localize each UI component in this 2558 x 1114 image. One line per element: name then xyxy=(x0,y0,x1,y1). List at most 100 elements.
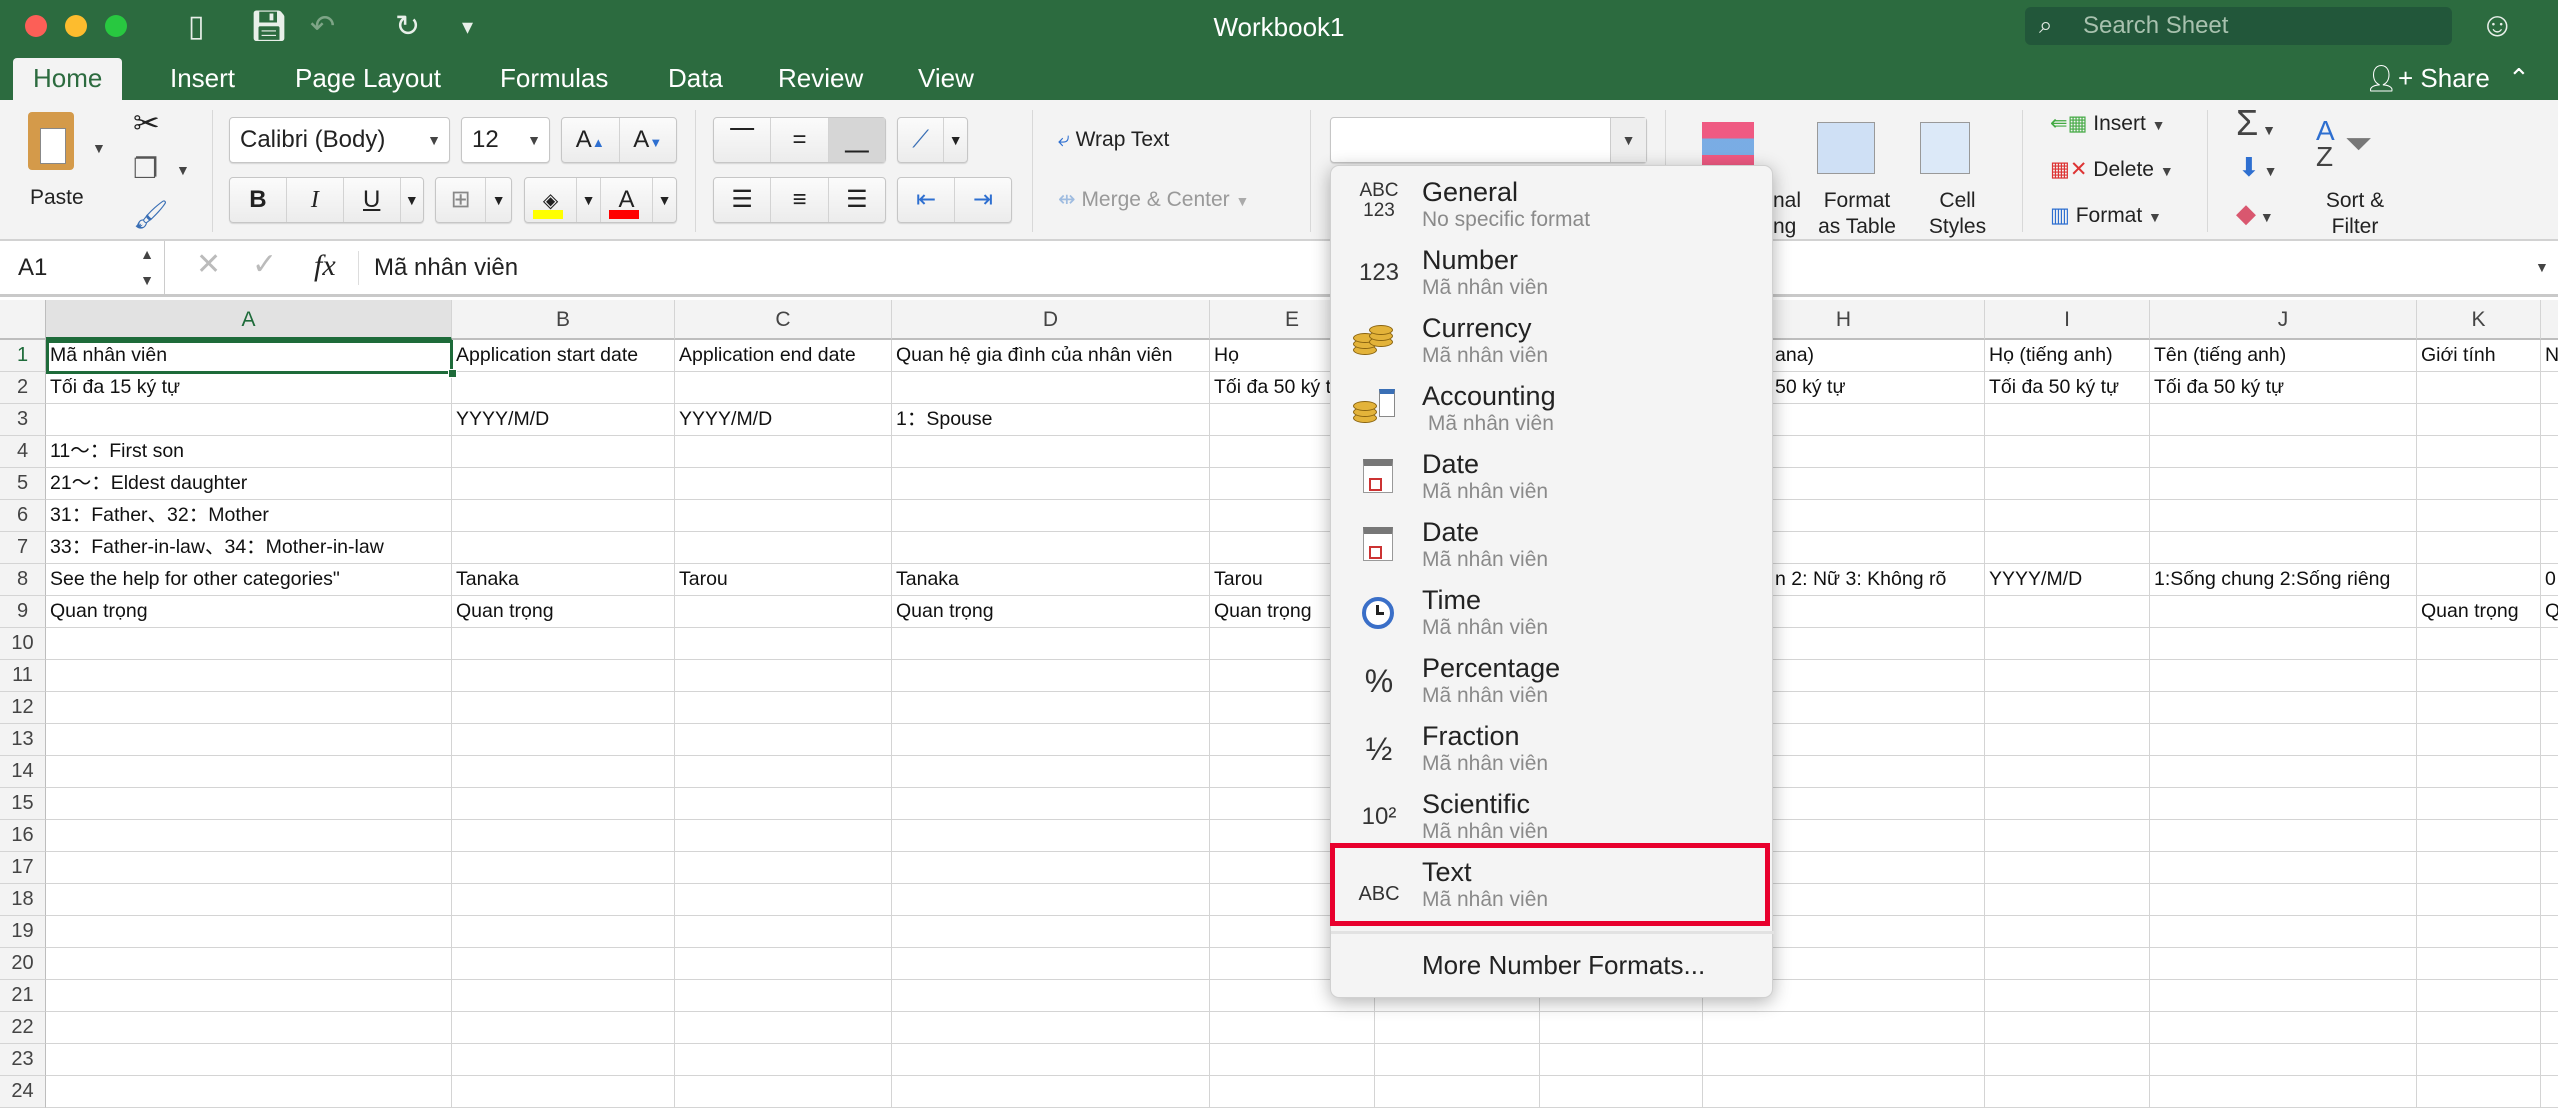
cell-J13[interactable] xyxy=(2150,724,2417,756)
cell-K24[interactable] xyxy=(2417,1076,2541,1108)
cell-B11[interactable] xyxy=(452,660,675,692)
cell-K5[interactable] xyxy=(2417,468,2541,500)
cell-B4[interactable] xyxy=(452,436,675,468)
align-top-button[interactable]: ⎺ xyxy=(714,118,772,162)
font-name-select[interactable]: Calibri (Body) ▼ xyxy=(229,117,450,163)
cell-A14[interactable] xyxy=(46,756,452,788)
cell-J7[interactable] xyxy=(2150,532,2417,564)
spreadsheet-grid[interactable]: ABCDEFGHIJK1Mã nhân viênApplication star… xyxy=(0,297,2558,1114)
cell-B12[interactable] xyxy=(452,692,675,724)
menu-item-accounting[interactable]: Accounting Mã nhân viên xyxy=(1331,375,1774,443)
clear-eraser-icon[interactable]: ◆ ▼ xyxy=(2236,198,2274,229)
cell-B22[interactable] xyxy=(452,1012,675,1044)
cell-L4[interactable] xyxy=(2541,436,2558,468)
cell-K13[interactable] xyxy=(2417,724,2541,756)
cell-I17[interactable] xyxy=(1985,852,2150,884)
cell-H23[interactable] xyxy=(1703,1044,1985,1076)
cell-J14[interactable] xyxy=(2150,756,2417,788)
cell-D22[interactable] xyxy=(892,1012,1210,1044)
tab-insert[interactable]: Insert xyxy=(150,58,255,100)
cell-C23[interactable] xyxy=(675,1044,892,1076)
increase-indent-button[interactable]: ⇥ xyxy=(955,178,1011,222)
cell-C14[interactable] xyxy=(675,756,892,788)
cell-K11[interactable] xyxy=(2417,660,2541,692)
row-header[interactable]: 11 xyxy=(0,660,46,692)
cell-L9[interactable]: Q xyxy=(2541,596,2558,628)
delete-cells-button[interactable]: ▦✕ Delete ▼ xyxy=(2050,157,2174,184)
copy-icon[interactable]: ❐ xyxy=(133,152,158,185)
cell-D17[interactable] xyxy=(892,852,1210,884)
cell-J9[interactable] xyxy=(2150,596,2417,628)
cell-K7[interactable] xyxy=(2417,532,2541,564)
format-cells-button[interactable]: ▥ Format ▼ xyxy=(2050,203,2162,230)
chevron-down-icon[interactable]: ▼ xyxy=(653,178,676,222)
merge-center-button[interactable]: ⇹ Merge & Center ▼ xyxy=(1058,187,1249,214)
cell-L8[interactable]: 0 xyxy=(2541,564,2558,596)
cell-L12[interactable] xyxy=(2541,692,2558,724)
row-header[interactable]: 4 xyxy=(0,436,46,468)
cell-K6[interactable] xyxy=(2417,500,2541,532)
cell-K19[interactable] xyxy=(2417,916,2541,948)
cell-B15[interactable] xyxy=(452,788,675,820)
cell-I20[interactable] xyxy=(1985,948,2150,980)
menu-item-scientific[interactable]: 10² Scientific Mã nhân viên xyxy=(1331,783,1774,851)
collapse-ribbon-icon[interactable]: ⌃ xyxy=(2508,58,2530,98)
cell-C11[interactable] xyxy=(675,660,892,692)
cell-I7[interactable] xyxy=(1985,532,2150,564)
cell-D3[interactable]: 1：Spouse xyxy=(892,404,1210,436)
cell-I2[interactable]: Tối đa 50 ký tự xyxy=(1985,372,2150,404)
cell-I23[interactable] xyxy=(1985,1044,2150,1076)
cell-I24[interactable] xyxy=(1985,1076,2150,1108)
enter-check-icon[interactable]: ✓ xyxy=(252,247,277,282)
cell-A7[interactable]: 33：Father-in-law、34：Mother-in-law xyxy=(46,532,452,564)
decrease-indent-button[interactable]: ⇤ xyxy=(898,178,955,222)
row-header[interactable]: 13 xyxy=(0,724,46,756)
cell-J4[interactable] xyxy=(2150,436,2417,468)
row-header[interactable]: 21 xyxy=(0,980,46,1012)
sort-filter-button[interactable]: Sort & Filter xyxy=(2310,188,2400,240)
cell-D14[interactable] xyxy=(892,756,1210,788)
cell-D8[interactable]: Tanaka xyxy=(892,564,1210,596)
cell-J24[interactable] xyxy=(2150,1076,2417,1108)
cell-K18[interactable] xyxy=(2417,884,2541,916)
cell-B23[interactable] xyxy=(452,1044,675,1076)
cell-B9[interactable]: Quan trọng xyxy=(452,596,675,628)
format-as-table-icon[interactable] xyxy=(1817,122,1875,174)
column-header-A[interactable]: A xyxy=(46,300,452,340)
cell-C20[interactable] xyxy=(675,948,892,980)
cell-K22[interactable] xyxy=(2417,1012,2541,1044)
cell-L7[interactable] xyxy=(2541,532,2558,564)
tab-view[interactable]: View xyxy=(898,58,994,100)
cell-J20[interactable] xyxy=(2150,948,2417,980)
cell-A3[interactable] xyxy=(46,404,452,436)
cell-J11[interactable] xyxy=(2150,660,2417,692)
cell-B10[interactable] xyxy=(452,628,675,660)
row-header[interactable]: 2 xyxy=(0,372,46,404)
cell-K1[interactable]: Giới tính xyxy=(2417,340,2541,372)
cell-B16[interactable] xyxy=(452,820,675,852)
cell-D11[interactable] xyxy=(892,660,1210,692)
cell-C1[interactable]: Application end date xyxy=(675,340,892,372)
cell-K4[interactable] xyxy=(2417,436,2541,468)
cell-I10[interactable] xyxy=(1985,628,2150,660)
cell-L11[interactable] xyxy=(2541,660,2558,692)
cell-I11[interactable] xyxy=(1985,660,2150,692)
cell-K12[interactable] xyxy=(2417,692,2541,724)
chevron-down-icon[interactable]: ▼ xyxy=(577,178,601,222)
column-header-I[interactable]: I xyxy=(1985,300,2150,340)
cell-D5[interactable] xyxy=(892,468,1210,500)
cell-L3[interactable] xyxy=(2541,404,2558,436)
cell-K16[interactable] xyxy=(2417,820,2541,852)
cell-L16[interactable] xyxy=(2541,820,2558,852)
cell-L1[interactable]: N xyxy=(2541,340,2558,372)
cell-J18[interactable] xyxy=(2150,884,2417,916)
row-header[interactable]: 18 xyxy=(0,884,46,916)
row-header[interactable]: 23 xyxy=(0,1044,46,1076)
menu-item-fraction[interactable]: ½ Fraction Mã nhân viên xyxy=(1331,715,1774,783)
cell-D18[interactable] xyxy=(892,884,1210,916)
cell-A15[interactable] xyxy=(46,788,452,820)
cell-H22[interactable] xyxy=(1703,1012,1985,1044)
cell-A20[interactable] xyxy=(46,948,452,980)
cell-K8[interactable] xyxy=(2417,564,2541,596)
sort-filter-icon[interactable]: AZ xyxy=(2316,117,2335,171)
